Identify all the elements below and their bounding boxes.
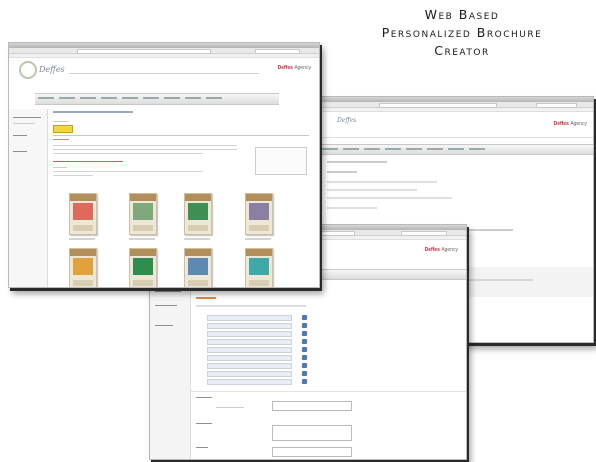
- link-text[interactable]: [53, 161, 123, 162]
- site-logo-icon: [19, 61, 37, 79]
- form-row[interactable]: [207, 363, 292, 369]
- text-line: [327, 207, 377, 209]
- nav-bar[interactable]: [35, 93, 279, 105]
- thumbnail-caption: [245, 238, 271, 240]
- form-row[interactable]: [207, 379, 292, 385]
- address-bar[interactable]: [319, 102, 593, 108]
- brand-logo: Deffes Agency: [424, 247, 458, 253]
- field-hint: [216, 407, 244, 408]
- checkbox-icon[interactable]: [302, 331, 307, 336]
- sidebar-item[interactable]: [13, 151, 27, 152]
- text-line: [53, 149, 237, 150]
- brochure-thumbnail[interactable]: [129, 248, 157, 287]
- bookmarks-bar: [319, 108, 593, 112]
- text-line: [327, 181, 437, 183]
- divider: [190, 391, 466, 392]
- sidebar-item[interactable]: [13, 123, 35, 124]
- text-field[interactable]: [272, 401, 352, 411]
- section-heading: [53, 139, 69, 140]
- bookmarks-bar: [9, 54, 319, 58]
- brochure-thumbnail[interactable]: [245, 248, 273, 287]
- text-line: [53, 153, 203, 154]
- brand-logo: Deffes Agency: [277, 65, 311, 71]
- sidebar-item[interactable]: [13, 117, 41, 118]
- heading-line-2: Personalized Brochure: [381, 25, 543, 40]
- checkbox-icon[interactable]: [302, 371, 307, 376]
- sidebar-item[interactable]: [155, 291, 181, 292]
- nav-bar[interactable]: [319, 144, 593, 155]
- stats-table: [255, 147, 307, 175]
- header-rule: [69, 73, 259, 74]
- thumbnail-caption: [184, 238, 210, 240]
- brochure-thumbnail[interactable]: [69, 248, 97, 287]
- brand-logo: Deffes Agency: [553, 121, 587, 127]
- checkbox-icon[interactable]: [302, 363, 307, 368]
- brochure-thumbnail[interactable]: [184, 193, 212, 235]
- checkbox-icon[interactable]: [302, 315, 307, 320]
- search-field[interactable]: [255, 49, 301, 54]
- footer-text: [469, 279, 533, 281]
- form-row[interactable]: [207, 371, 292, 377]
- checkbox-icon[interactable]: [302, 379, 307, 384]
- field-label: [196, 397, 212, 398]
- section-line: [327, 171, 357, 173]
- form-row[interactable]: [207, 339, 292, 345]
- text-line: [53, 175, 93, 176]
- text-line: [469, 229, 513, 231]
- highlight-badge: [53, 125, 73, 133]
- divider: [319, 137, 593, 138]
- text-area[interactable]: [272, 425, 352, 441]
- divider: [53, 135, 309, 136]
- search-field[interactable]: [400, 231, 448, 236]
- footer-area: [469, 267, 593, 297]
- brochure-thumbnail[interactable]: [245, 193, 273, 235]
- thumbnail-caption: [69, 238, 95, 240]
- field-label: [196, 447, 208, 448]
- page-heading: Web Based Personalized Brochure Creator: [332, 6, 592, 60]
- form-row[interactable]: [207, 323, 292, 329]
- sidebar-item[interactable]: [155, 305, 177, 306]
- sidebar-item[interactable]: [155, 325, 173, 326]
- text-line: [53, 167, 67, 168]
- brochure-thumbnail[interactable]: [184, 248, 212, 287]
- text-field[interactable]: [272, 447, 352, 457]
- page-title-line: [53, 111, 133, 113]
- text-line: [327, 197, 452, 199]
- site-logo: Deffes: [337, 117, 357, 124]
- text-line: [53, 145, 237, 146]
- form-row[interactable]: [207, 331, 292, 337]
- thumbnail-caption: [129, 238, 155, 240]
- search-field[interactable]: [536, 103, 577, 108]
- text-line: [196, 305, 306, 307]
- checkbox-icon[interactable]: [302, 347, 307, 352]
- checkbox-icon[interactable]: [302, 323, 307, 328]
- section-heading: [196, 297, 216, 299]
- brochure-thumbnail[interactable]: [129, 193, 157, 235]
- brochure-thumbnail[interactable]: [69, 193, 97, 235]
- browser-window-gallery: Deffes Deffes Agency: [8, 42, 320, 288]
- text-line: [53, 121, 69, 122]
- form-row[interactable]: [207, 347, 292, 353]
- text-line: [327, 189, 417, 191]
- field-label: [196, 423, 212, 424]
- address-bar[interactable]: [9, 48, 319, 54]
- page-title-line: [327, 161, 387, 163]
- form-row[interactable]: [207, 355, 292, 361]
- form-row[interactable]: [207, 315, 292, 321]
- site-logo: Deffes: [39, 65, 65, 74]
- text-line: [53, 171, 203, 172]
- heading-line-3: Creator: [434, 43, 490, 58]
- sidebar: [150, 283, 191, 459]
- sidebar-item[interactable]: [13, 135, 27, 136]
- heading-line-1: Web Based: [424, 7, 500, 22]
- checkbox-icon[interactable]: [302, 355, 307, 360]
- checkbox-icon[interactable]: [302, 339, 307, 344]
